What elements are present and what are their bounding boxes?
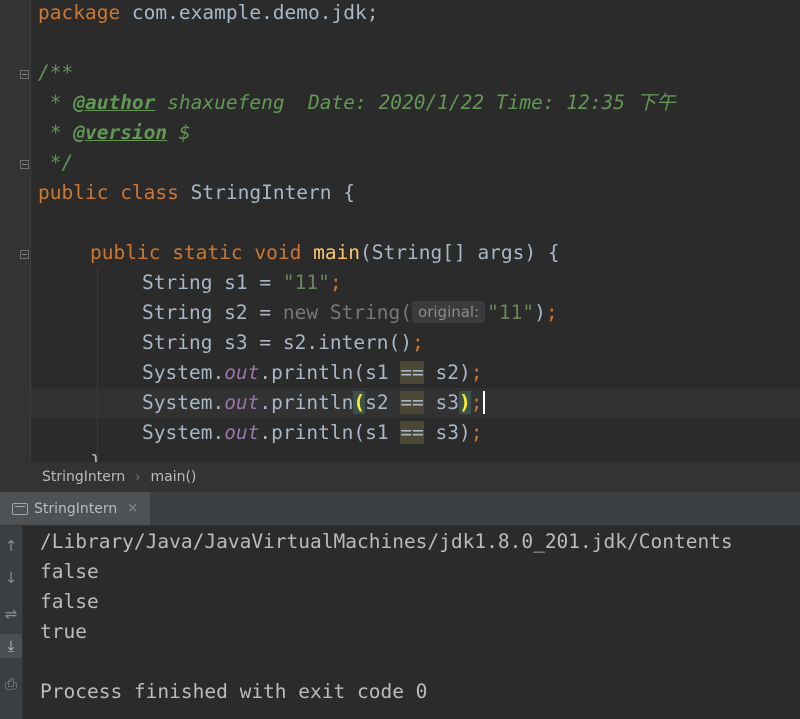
fold-marker-icon[interactable]	[20, 250, 29, 259]
code-line-print-3[interactable]: System.out.println(s1 == s3);	[142, 418, 483, 448]
code-line-doc-version[interactable]: * @version $	[38, 118, 191, 148]
code-line-doc-close[interactable]: */	[38, 148, 74, 178]
close-icon[interactable]: ×	[127, 501, 138, 516]
code-line-print-2[interactable]: System.out.println(.println(s2 == s3);	[142, 388, 485, 418]
soft-wrap-icon[interactable]: ⇌	[0, 602, 22, 626]
code-line-class-decl[interactable]: public class StringIntern {	[38, 178, 355, 208]
code-line-doc-open[interactable]: /**	[38, 58, 73, 88]
console-output-line: /Library/Java/JavaVirtualMachines/jdk1.8…	[40, 530, 733, 553]
fold-marker-icon[interactable]	[20, 160, 29, 169]
code-editor[interactable]: package com.example.demo.jdk; /** * @aut…	[0, 0, 800, 462]
code-line-package[interactable]: package com.example.demo.jdk;	[38, 0, 378, 28]
indent-guide	[97, 268, 98, 462]
breadcrumb-item-class[interactable]: StringIntern	[42, 469, 125, 485]
code-line-print-1[interactable]: System.out.println(s1 == s2);	[142, 358, 483, 388]
run-console[interactable]: ↑ ↓ ⇌ ⤓ ⎙ /Library/Java/JavaVirtualMachi…	[0, 526, 800, 719]
breadcrumb-item-method[interactable]: main()	[150, 469, 196, 485]
console-output-line: false	[40, 590, 99, 613]
console-toolbar: ↑ ↓ ⇌ ⤓ ⎙	[0, 526, 23, 719]
down-arrow-icon[interactable]: ↓	[0, 566, 22, 590]
run-panel-header: StringIntern ×	[0, 492, 800, 526]
tab-label: StringIntern	[34, 500, 118, 517]
text-caret: ;	[470, 391, 485, 414]
breadcrumb-separator: ›	[135, 470, 141, 485]
code-line-doc-author[interactable]: * @author shaxuefeng Date: 2020/1/22 Tim…	[38, 88, 676, 118]
editor-gutter	[0, 0, 31, 462]
fold-marker-icon[interactable]	[20, 70, 29, 79]
tab-run-stringintern[interactable]: StringIntern ×	[0, 492, 151, 525]
up-arrow-icon[interactable]: ↑	[0, 534, 22, 558]
breadcrumb: StringIntern › main()	[0, 462, 800, 492]
code-line-s2[interactable]: String s2 = new String(original: "11");	[142, 298, 558, 328]
print-icon[interactable]: ⎙	[0, 672, 22, 696]
code-line-main-decl[interactable]: public static void main(String[] args) {	[90, 238, 560, 268]
console-output-line: true	[40, 620, 87, 643]
code-line-s3[interactable]: String s3 = s2.intern();	[142, 328, 424, 358]
scroll-to-end-icon[interactable]: ⤓	[0, 634, 22, 658]
run-config-icon	[12, 502, 28, 515]
parameter-hint: original:	[412, 301, 486, 323]
console-output-line: Process finished with exit code 0	[40, 680, 428, 703]
console-output-line: false	[40, 560, 99, 583]
code-line-s1[interactable]: String s1 = "11";	[142, 268, 342, 298]
code-line-closing-brace[interactable]: }	[90, 448, 102, 462]
